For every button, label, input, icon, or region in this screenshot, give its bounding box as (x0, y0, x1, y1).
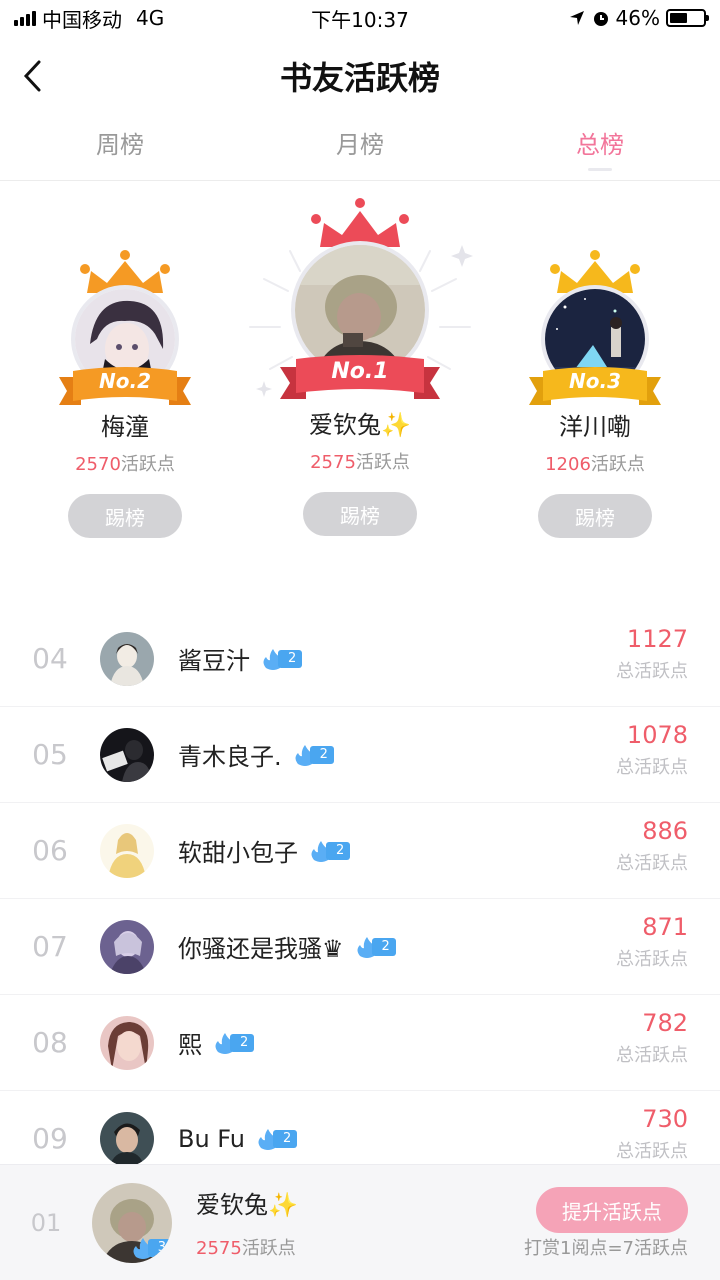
score-label: 总活跃点 (616, 949, 688, 970)
my-rank-bar: 01 3 爱钦兔✨ 2575活跃点 提升活跃点 打赏1阅点=7活跃点 (0, 1164, 720, 1280)
my-name: 爱钦兔✨ (196, 1191, 298, 1219)
list-item[interactable]: 06 软甜小包子 2 886 总活跃点 (0, 803, 720, 899)
score-value: 730 (642, 1105, 688, 1133)
avatar[interactable] (100, 727, 154, 782)
battery-icon (666, 9, 709, 27)
rank-number: 07 (32, 930, 68, 963)
alarm-icon (593, 12, 608, 26)
list-item[interactable]: 08 熙 2 782 总活跃点 (0, 995, 720, 1091)
score-value: 1127 (626, 625, 688, 653)
boost-activity-button[interactable]: 提升活跃点 (536, 1187, 688, 1233)
user-name: 你骚还是我骚♛ (178, 935, 344, 963)
tab-label: 月榜 (336, 131, 384, 159)
kick-button[interactable]: 踢榜 (303, 492, 417, 536)
carrier: 中国移动 (42, 7, 122, 32)
tab-label: 总榜 (576, 131, 624, 159)
rank-label: No.3 (569, 369, 621, 393)
level-badge: 3 (130, 1237, 172, 1259)
score-value: 782 (642, 1009, 688, 1037)
level-badge: 2 (255, 1128, 298, 1150)
podium-points: 2575活跃点 (310, 452, 410, 473)
user-name: 熙 (178, 1031, 202, 1059)
avatar[interactable] (100, 1015, 154, 1070)
podium-third: No.3 洋川嘞 1206活跃点 踢榜 (475, 249, 715, 538)
rank-number: 09 (32, 1122, 68, 1155)
level-badge: 2 (292, 744, 334, 766)
score-label: 总活跃点 (616, 1045, 688, 1066)
list-item[interactable]: 07 你骚还是我骚♛ 2 871 总活跃点 (0, 899, 720, 995)
list-item[interactable]: 04 酱豆汁 2 1127 总活跃点 (0, 611, 720, 707)
rank-label: No.2 (99, 369, 151, 393)
user-name: Bu Fu (178, 1124, 246, 1153)
reward-note: 打赏1阅点=7活跃点 (524, 1238, 688, 1259)
avatar[interactable] (100, 919, 154, 974)
podium-points: 2570活跃点 (75, 454, 175, 475)
tab-weekly[interactable]: 周榜 (0, 116, 240, 180)
page-title: 书友活跃榜 (279, 59, 440, 97)
level-badge: 2 (212, 1032, 255, 1054)
score-value: 871 (642, 913, 688, 941)
my-points: 2575活跃点 (196, 1238, 296, 1259)
user-name: 青木良子. (178, 743, 282, 771)
podium-points: 1206活跃点 (545, 454, 645, 475)
chevron-left-icon (23, 60, 41, 92)
score-label: 总活跃点 (616, 661, 688, 682)
rank-number: 04 (32, 642, 68, 675)
crown-icon (311, 198, 409, 247)
user-name: 酱豆汁 (178, 647, 250, 675)
kick-button[interactable]: 踢榜 (538, 494, 652, 538)
tab-label: 周榜 (96, 131, 144, 159)
tab-bar: 周榜 月榜 总榜 (0, 116, 720, 181)
level-badge: 2 (308, 840, 351, 862)
avatar[interactable] (100, 631, 154, 686)
status-bar: 中国移动 4G 下午10:37 46% (0, 0, 720, 36)
rank-label: No.1 (331, 359, 389, 384)
user-name: 软甜小包子 (178, 839, 298, 867)
back-button[interactable] (12, 52, 52, 100)
top-three-podium: No.2 梅潼 2570活跃点 踢榜 No.1 爱钦兔✨ 2575活跃点 踢榜 … (0, 181, 720, 571)
tab-overall[interactable]: 总榜 (480, 116, 720, 180)
active-tab-indicator (588, 168, 612, 171)
rank-number: 08 (32, 1026, 68, 1059)
list-item[interactable]: 05 青木良子. 2 1078 总活跃点 (0, 707, 720, 803)
battery-percent: 46% (615, 6, 660, 30)
score-label: 总活跃点 (616, 757, 688, 778)
tab-monthly[interactable]: 月榜 (240, 116, 480, 180)
location-icon (569, 11, 584, 25)
nav-bar: 书友活跃榜 (0, 36, 720, 116)
signal-icon (14, 10, 36, 26)
rank-number: 05 (32, 738, 68, 771)
level-badge: 2 (354, 936, 396, 958)
podium-second: No.2 梅潼 2570活跃点 踢榜 (5, 249, 245, 538)
score-label: 总活跃点 (616, 1141, 688, 1162)
network-type: 4G (136, 6, 165, 30)
kick-button[interactable]: 踢榜 (68, 494, 182, 538)
podium-first: No.1 爱钦兔✨ 2575活跃点 踢榜 (240, 198, 480, 536)
avatar[interactable] (100, 1111, 154, 1166)
score-value: 886 (642, 817, 688, 845)
avatar[interactable]: 3 (92, 1182, 172, 1263)
level-badge: 2 (260, 648, 303, 670)
podium-name: 洋川嘞 (559, 413, 631, 441)
my-rank-number: 01 (30, 1208, 62, 1237)
avatar[interactable] (100, 823, 154, 878)
score-value: 1078 (626, 721, 688, 749)
podium-name: 爱钦兔✨ (309, 411, 411, 439)
rank-number: 06 (32, 834, 68, 867)
podium-name: 梅潼 (101, 413, 149, 441)
ranking-list: 04 酱豆汁 2 1127 总活跃点 05 青木良子. 2 1078 总活跃点 06… (0, 611, 720, 1187)
score-label: 总活跃点 (616, 853, 688, 874)
clock: 下午10:37 (311, 7, 409, 32)
